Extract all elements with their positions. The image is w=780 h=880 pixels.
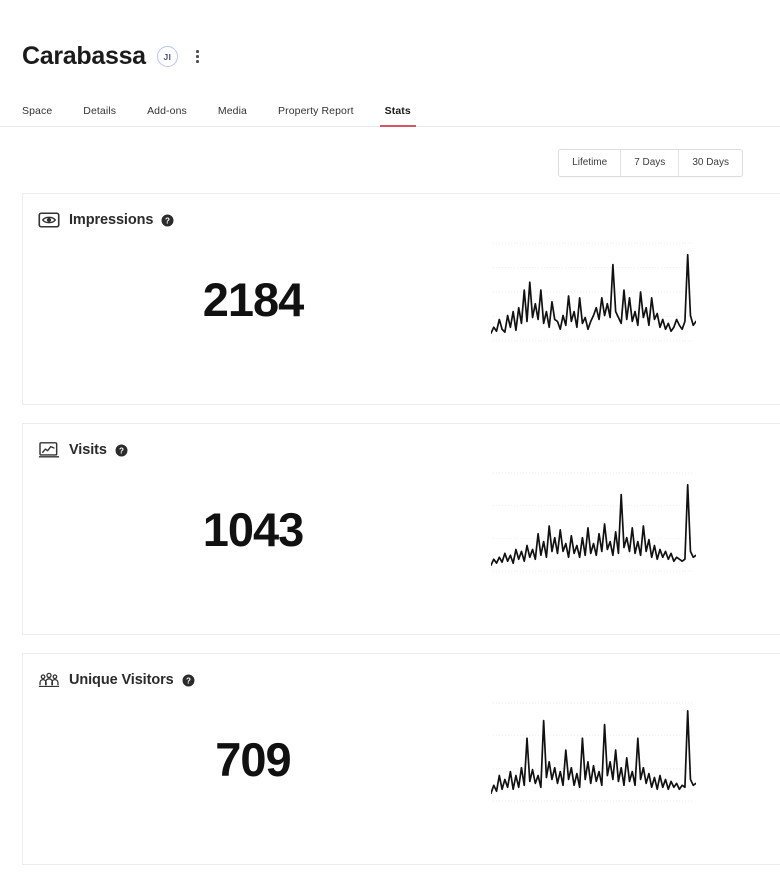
- page-header: Carabassa JI: [0, 0, 780, 69]
- stat-card-impressions: Impressions ? 2184: [22, 193, 780, 405]
- svg-text:?: ?: [186, 676, 191, 685]
- svg-text:?: ?: [119, 446, 124, 455]
- card-body: 2184: [23, 229, 780, 379]
- card-body: 709: [23, 689, 780, 839]
- stats-page: Carabassa JI Space Details Add-ons Media…: [0, 0, 780, 880]
- stat-card-unique-visitors: Unique Visitors ? 709: [22, 653, 780, 865]
- svg-text:?: ?: [165, 216, 170, 225]
- card-label: Unique Visitors: [69, 672, 174, 688]
- range-lifetime-button[interactable]: Lifetime: [559, 150, 622, 176]
- kebab-menu-icon[interactable]: [190, 47, 206, 67]
- metric-value: 709: [215, 733, 291, 786]
- help-circle-icon[interactable]: ?: [161, 214, 174, 227]
- card-label: Impressions: [69, 212, 154, 228]
- tab-add-ons[interactable]: Add-ons: [147, 105, 187, 126]
- stat-card-visits: Visits ? 1043: [22, 423, 780, 635]
- card-body: 1043: [23, 459, 780, 609]
- help-circle-icon[interactable]: ?: [115, 444, 128, 457]
- tab-property-report[interactable]: Property Report: [278, 105, 354, 126]
- card-header: Visits ?: [23, 424, 780, 459]
- card-label: Visits: [69, 442, 107, 458]
- range-30-days-button[interactable]: 30 Days: [679, 150, 742, 176]
- sparkline-svg: [491, 472, 696, 572]
- avatar[interactable]: JI: [156, 46, 178, 67]
- sparkline-unique-visitors: [491, 695, 696, 815]
- stat-card-list: Impressions ? 2184 Visits ? 1043 Unique …: [0, 193, 780, 865]
- unique-visitors-people-icon: [38, 672, 60, 688]
- card-header: Unique Visitors ?: [23, 654, 780, 689]
- help-circle-icon[interactable]: ?: [182, 674, 195, 687]
- sparkline-impressions: [491, 235, 696, 355]
- sparkline-svg: [491, 242, 696, 342]
- visits-linechart-icon: [38, 442, 60, 458]
- range-selector: Lifetime 7 Days 30 Days: [558, 149, 743, 177]
- tab-media[interactable]: Media: [218, 105, 247, 126]
- metric-value: 1043: [202, 503, 305, 556]
- range-selector-row: Lifetime 7 Days 30 Days: [0, 127, 780, 177]
- tab-bar: Space Details Add-ons Media Property Rep…: [0, 97, 780, 127]
- sparkline-visits: [491, 465, 696, 585]
- page-title: Carabassa: [22, 42, 146, 70]
- range-7-days-button[interactable]: 7 Days: [621, 150, 680, 176]
- tab-details[interactable]: Details: [83, 105, 116, 126]
- card-header: Impressions ?: [23, 194, 780, 229]
- tab-stats[interactable]: Stats: [379, 105, 417, 127]
- tab-space[interactable]: Space: [22, 105, 52, 126]
- impressions-eye-icon: [38, 212, 60, 228]
- sparkline-svg: [491, 702, 696, 802]
- metric-value: 2184: [202, 273, 305, 326]
